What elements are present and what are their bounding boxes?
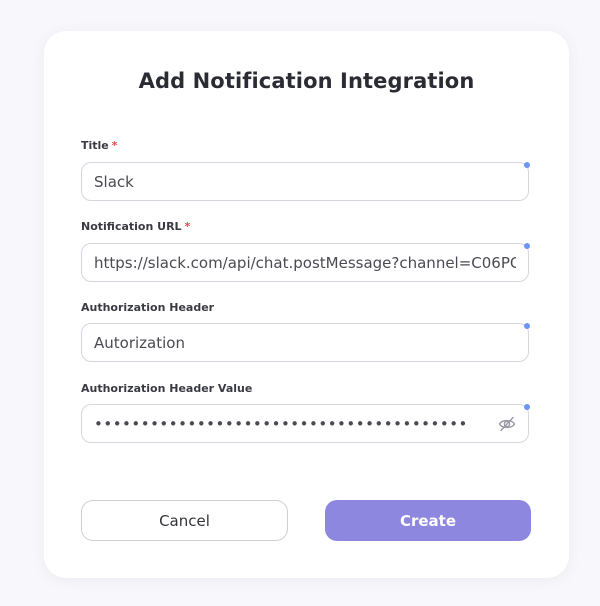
title-field[interactable] [81, 162, 529, 201]
authorization-value-input[interactable] [82, 405, 528, 442]
cancel-button[interactable]: Cancel [81, 500, 288, 541]
notification-url-field[interactable] [81, 243, 529, 282]
field-indicator-dot [524, 162, 530, 168]
dialog-title: Add Notification Integration [138, 69, 475, 93]
title-input[interactable] [82, 163, 528, 200]
authorization-header-field[interactable] [81, 323, 529, 362]
authorization-value-label: Authorization Header Value [81, 382, 253, 395]
notification-url-input[interactable] [82, 244, 528, 281]
field-indicator-dot [524, 404, 530, 410]
required-marker: * [111, 139, 118, 152]
field-indicator-dot [524, 323, 530, 329]
eye-slash-icon[interactable] [498, 415, 516, 433]
authorization-value-field[interactable] [81, 404, 529, 443]
notification-url-label: Notification URL * [81, 220, 191, 233]
create-button[interactable]: Create [325, 500, 531, 541]
authorization-header-label: Authorization Header [81, 301, 215, 314]
authorization-header-input[interactable] [82, 324, 528, 361]
title-label: Title * [81, 139, 118, 152]
required-marker: * [184, 220, 191, 233]
add-integration-dialog: Add Notification Integration Title* Noti… [44, 31, 569, 578]
field-indicator-dot [524, 243, 530, 249]
